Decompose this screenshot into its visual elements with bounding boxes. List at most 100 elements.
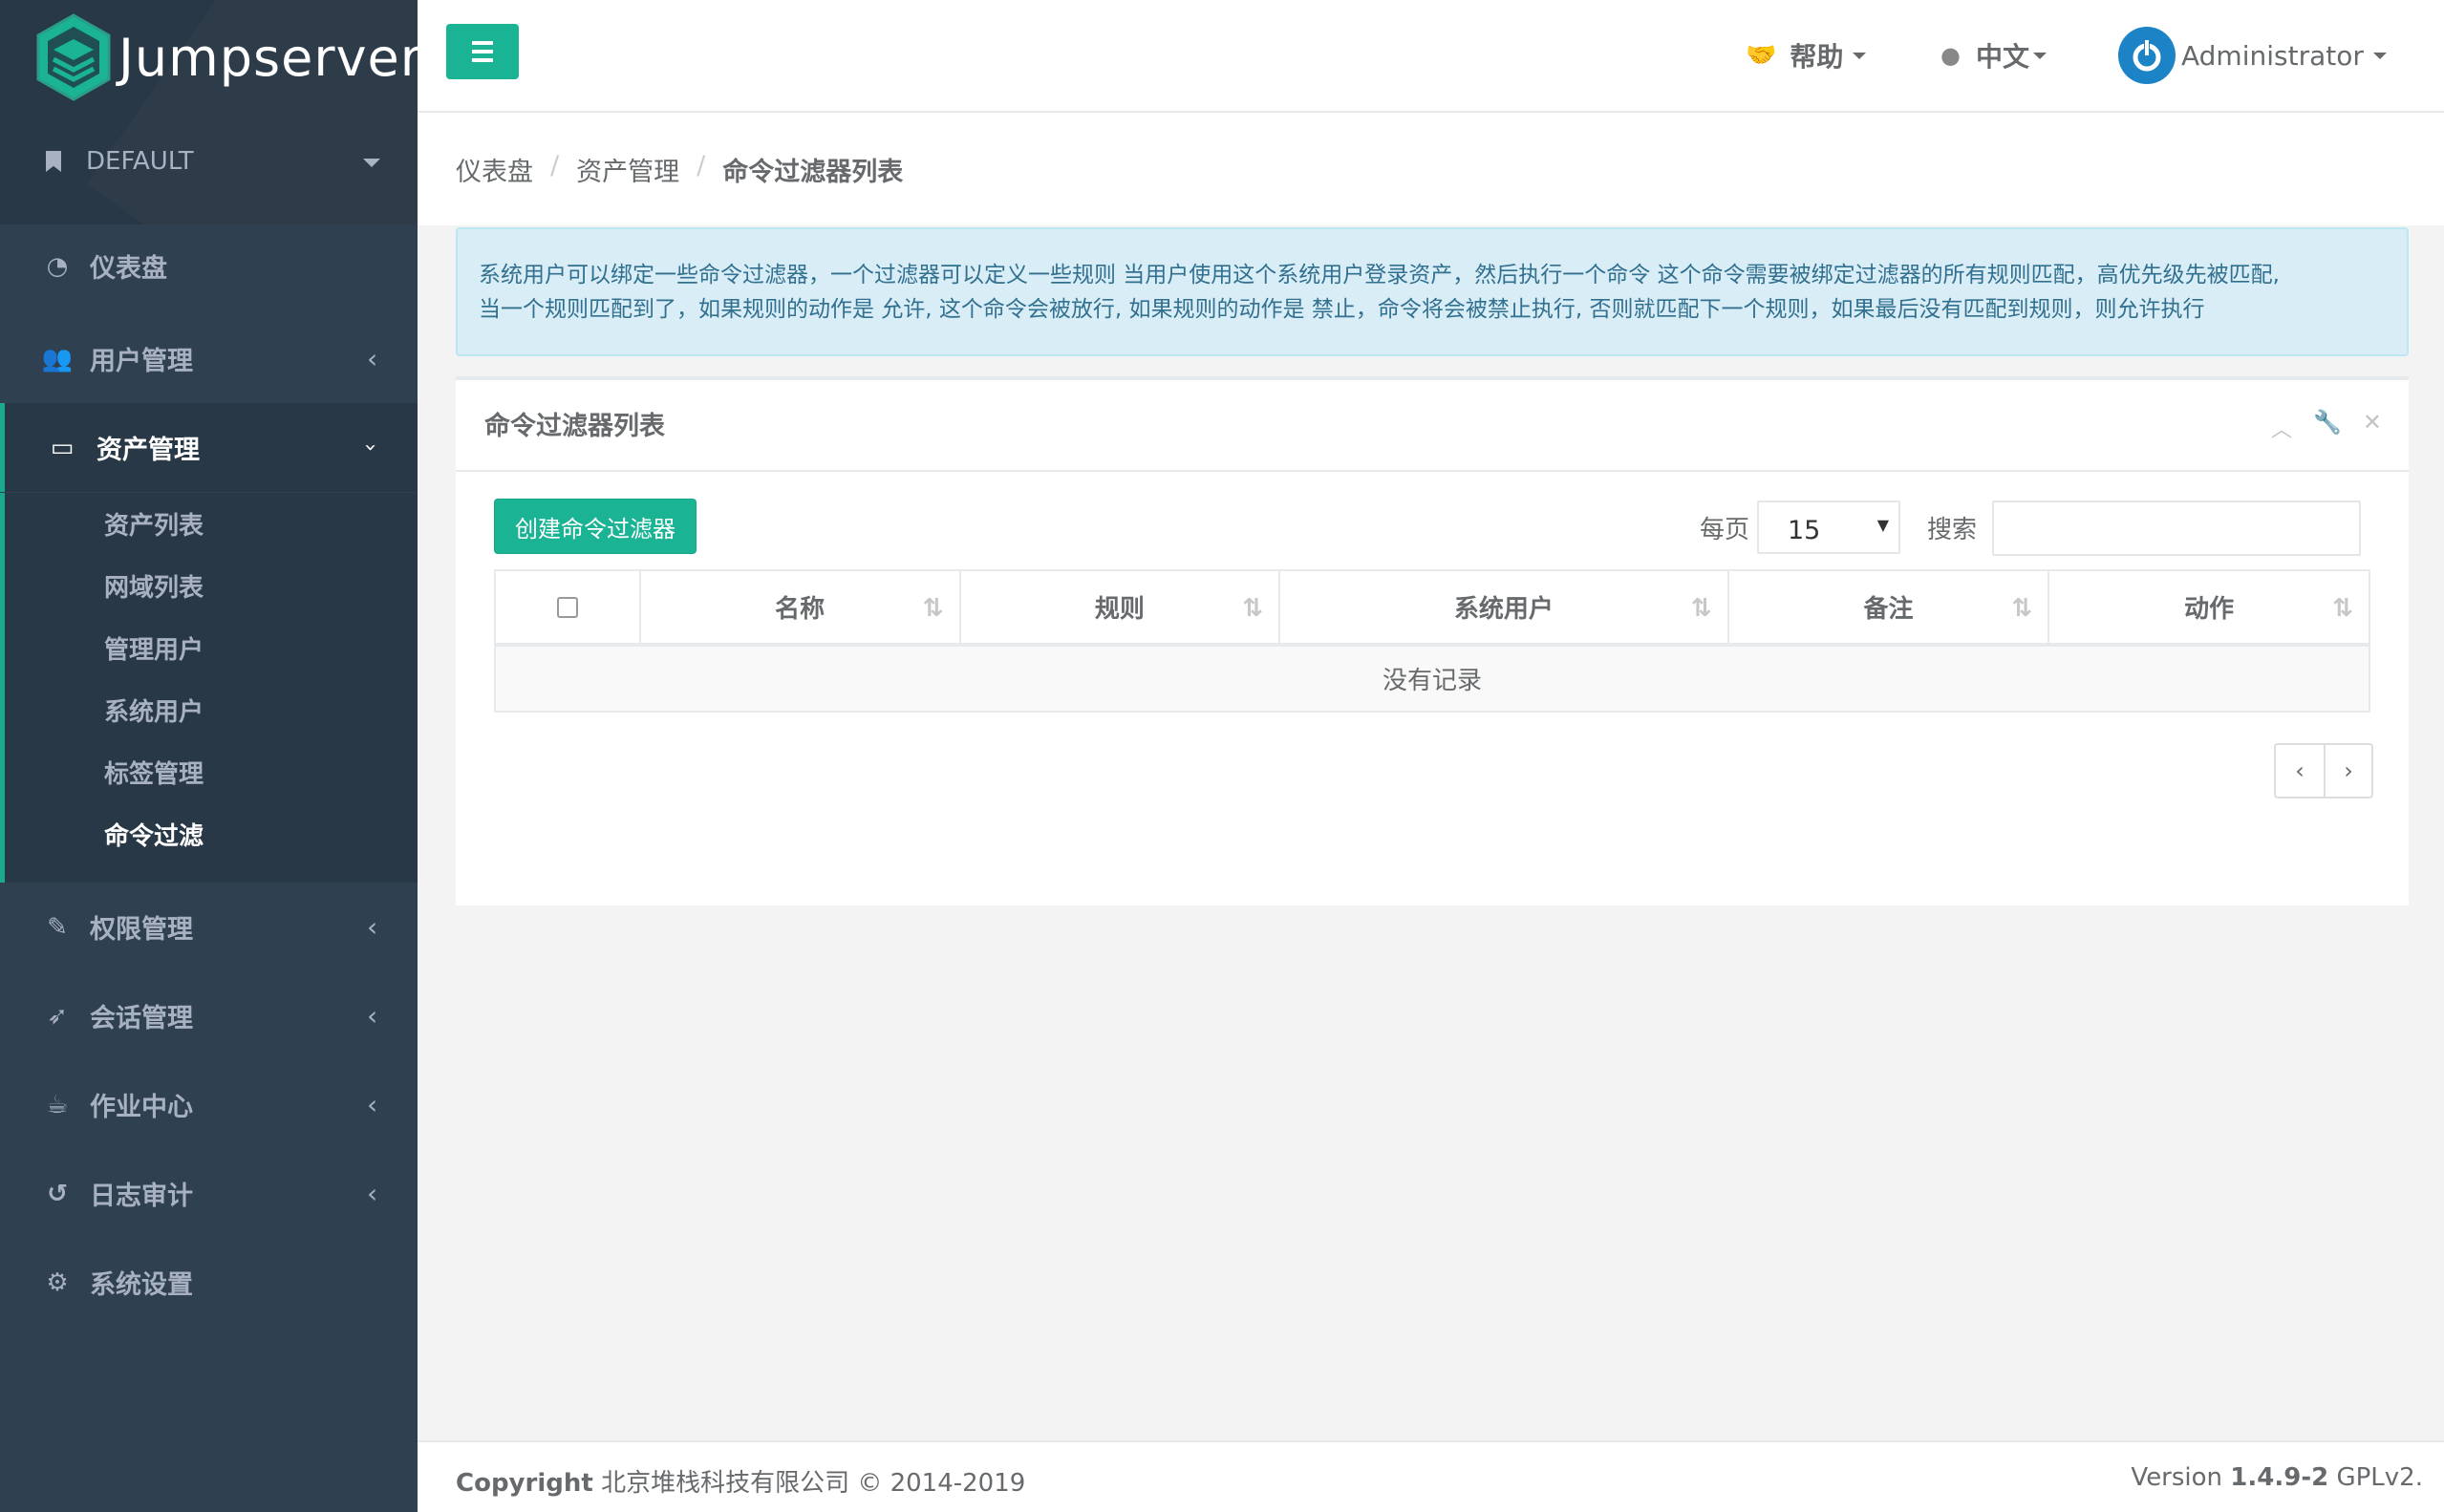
column-label: 规则: [1094, 595, 1145, 624]
sidebar-item-users[interactable]: 👥 用户管理 ‹: [0, 314, 418, 403]
column-header-rules[interactable]: 规则 ⇅: [958, 569, 1281, 647]
info-alert: 系统用户可以绑定一些命令过滤器，一个过滤器可以定义一些规则 当用户使用这个系统用…: [456, 227, 2409, 356]
sidebar-item-permissions[interactable]: ✎ 权限管理 ‹: [0, 883, 418, 971]
sidebar-item-label: 仪表盘: [90, 254, 167, 284]
sidebar-item-label: 用户管理: [90, 347, 193, 376]
sidebar-item-label: 权限管理: [90, 915, 193, 945]
sort-icon: ⇅: [1242, 594, 1264, 623]
copyright-text: 北京堆栈科技有限公司 © 2014-2019: [601, 1469, 1026, 1498]
next-page-button[interactable]: ›: [2324, 743, 2373, 799]
globe-icon: ●: [1940, 42, 1961, 69]
sidebar-item-label: 资产管理: [96, 436, 200, 465]
gears-icon: ⚙: [46, 1267, 69, 1297]
toggle-sidebar-button[interactable]: [446, 24, 519, 79]
submenu-label-management[interactable]: 标签管理: [104, 755, 204, 790]
org-selector[interactable]: DEFAULT: [46, 147, 380, 176]
handshake-icon: 🤝: [1746, 41, 1777, 70]
menu-bar: [472, 58, 493, 62]
history-icon: ↺: [47, 1179, 68, 1208]
wrench-icon[interactable]: 🔧: [2313, 409, 2342, 443]
column-header-comment[interactable]: 备注 ⇅: [1726, 569, 2050, 647]
sidebar-item-label: 系统设置: [90, 1270, 193, 1300]
sort-icon: ⇅: [2332, 594, 2353, 623]
copyright-label: Copyright: [456, 1469, 593, 1498]
column-header-name[interactable]: 名称 ⇅: [638, 569, 961, 647]
caret-down-icon: [363, 159, 380, 167]
sidebar-item-label: 作业中心: [90, 1093, 193, 1122]
language-label: 中文: [1975, 41, 2029, 73]
panel-header: 命令过滤器列表 ︿ 🔧 ✕: [456, 380, 2409, 472]
submenu-command-filter[interactable]: 命令过滤: [104, 817, 204, 852]
sidebar: Jumpserver DEFAULT ◔ 仪表盘 👥 用户管理 ‹ ▭ 资产管理…: [0, 0, 418, 1512]
brand-logo[interactable]: Jumpserver: [34, 13, 418, 101]
assets-submenu: ▭ 资产管理 › 资产列表 网域列表 管理用户 系统用户 标签管理 命令过滤: [0, 403, 418, 883]
sidebar-item-label: 会话管理: [90, 1004, 193, 1033]
sidebar-item-jobs[interactable]: ☕ 作业中心 ‹: [0, 1060, 418, 1149]
table-row: 没有记录: [494, 644, 2370, 713]
sidebar-item-audits[interactable]: ↺ 日志审计 ‹: [0, 1149, 418, 1238]
create-command-filter-button[interactable]: 创建命令过滤器: [494, 499, 697, 554]
table-header-row: 名称 ⇅ 规则 ⇅ 系统用户 ⇅ 备注 ⇅ 动作 ⇅: [494, 569, 2370, 647]
inbox-icon: ▭: [50, 433, 75, 462]
breadcrumb-separator: /: [697, 151, 706, 181]
sidebar-item-settings[interactable]: ⚙ 系统设置: [0, 1238, 418, 1327]
coffee-icon: ☕: [46, 1090, 69, 1119]
jumpserver-logo-icon: [36, 13, 111, 101]
column-label: 备注: [1863, 595, 1914, 624]
alert-line-2: 当一个规则匹配到了，如果规则的动作是 允许, 这个命令会被放行, 如果规则的动作…: [479, 297, 2205, 322]
license-text: GPLv2.: [2336, 1463, 2423, 1492]
column-header-system-user[interactable]: 系统用户 ⇅: [1278, 569, 1729, 647]
submenu-asset-list[interactable]: 资产列表: [104, 506, 204, 542]
breadcrumb: 仪表盘 / 资产管理 / 命令过滤器列表: [456, 151, 903, 188]
user-avatar-power-icon: [2118, 27, 2176, 84]
close-icon[interactable]: ✕: [2363, 409, 2382, 443]
help-label: 帮助: [1790, 41, 1844, 73]
version-info: Version 1.4.9-2 GPLv2.: [2131, 1463, 2423, 1492]
previous-page-button[interactable]: ‹: [2274, 743, 2324, 799]
per-page-label: 每页: [1700, 516, 1750, 544]
bookmark-icon: [46, 151, 61, 172]
chevron-left-icon: ‹: [367, 1178, 378, 1209]
edit-icon: ✎: [47, 912, 68, 942]
copyright: Copyright 北京堆栈科技有限公司 © 2014-2019: [456, 1463, 1025, 1499]
menu-bar: [472, 41, 493, 45]
menu-bar: [472, 50, 493, 53]
pagination: ‹ ›: [2274, 743, 2373, 799]
submenu-admin-user[interactable]: 管理用户: [104, 630, 204, 666]
language-menu[interactable]: ● 中文: [1940, 36, 2047, 75]
sidebar-item-dashboard[interactable]: ◔ 仪表盘: [0, 222, 418, 310]
submenu-domain-list[interactable]: 网域列表: [104, 568, 204, 604]
search-input[interactable]: [1992, 500, 2361, 556]
column-header-action[interactable]: 动作 ⇅: [2047, 569, 2370, 647]
help-menu[interactable]: 🤝 帮助: [1746, 36, 1867, 75]
sidebar-item-assets[interactable]: ▭ 资产管理 ›: [0, 403, 418, 492]
footer: Copyright 北京堆栈科技有限公司 © 2014-2019 Version…: [418, 1440, 2444, 1512]
username-label: Administrator: [2181, 39, 2364, 72]
sidebar-item-sessions[interactable]: ➶ 会话管理 ‹: [0, 971, 418, 1060]
collapse-icon[interactable]: ︿: [2271, 413, 2292, 443]
empty-table-message: 没有记录: [494, 644, 2370, 713]
sidebar-item-label: 日志审计: [90, 1182, 193, 1211]
alert-line-1: 系统用户可以绑定一些命令过滤器，一个过滤器可以定义一些规则 当用户使用这个系统用…: [479, 263, 2280, 287]
top-navbar: 🤝 帮助 ● 中文 Administrator: [418, 0, 2444, 113]
column-label: 名称: [775, 595, 825, 624]
panel-title: 命令过滤器列表: [484, 412, 665, 441]
chevron-left-icon: ‹: [367, 1089, 378, 1120]
caret-down-icon: [2032, 52, 2047, 59]
breadcrumb-separator: /: [550, 151, 560, 181]
command-filter-table: 名称 ⇅ 规则 ⇅ 系统用户 ⇅ 备注 ⇅ 动作 ⇅ 没有记录: [494, 569, 2370, 713]
submenu-system-user[interactable]: 系统用户: [104, 692, 204, 728]
caret-down-icon: [2372, 52, 2387, 59]
select-all-checkbox[interactable]: [556, 597, 578, 618]
chevron-left-icon: ‹: [367, 1000, 378, 1032]
column-label: 动作: [2184, 595, 2235, 624]
breadcrumb-dashboard[interactable]: 仪表盘: [456, 151, 533, 188]
search-label: 搜索: [1927, 516, 1978, 544]
user-menu[interactable]: Administrator: [2118, 27, 2387, 84]
dashboard-icon: ◔: [46, 251, 69, 281]
chevron-left-icon: ‹: [367, 911, 378, 943]
panel-tools: ︿ 🔧 ✕: [2271, 409, 2382, 443]
version-number: 1.4.9-2: [2230, 1463, 2329, 1492]
breadcrumb-assets[interactable]: 资产管理: [576, 151, 679, 188]
per-page-select[interactable]: 15: [1757, 500, 1900, 554]
